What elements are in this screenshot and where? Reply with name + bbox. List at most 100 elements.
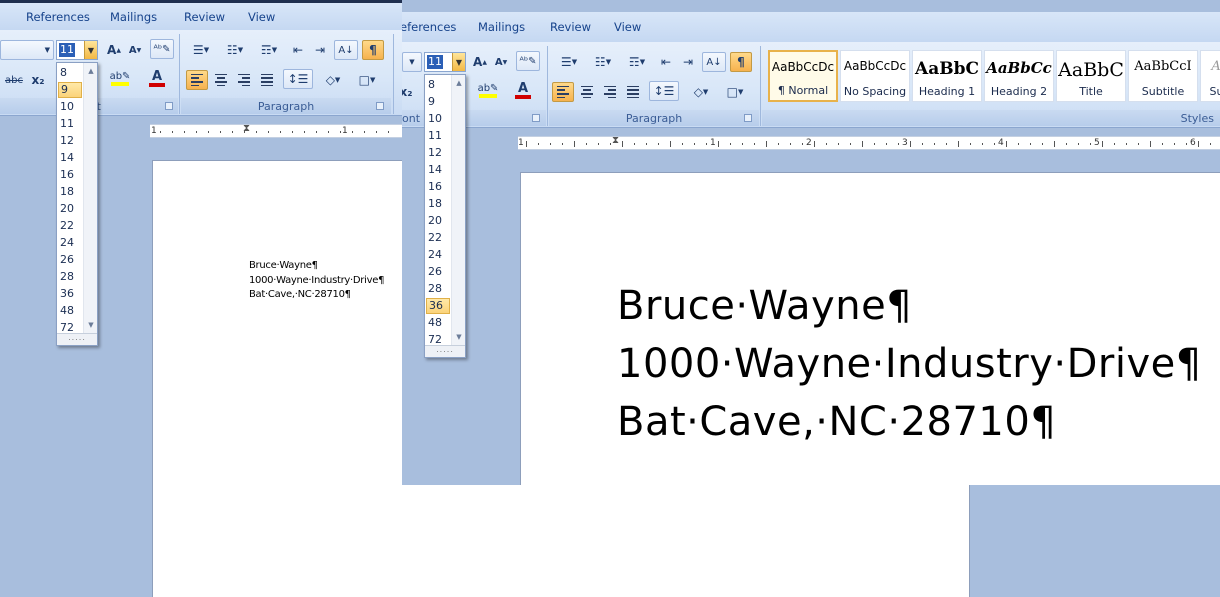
- document-page-large[interactable]: Bruce·Wayne¶ 1000·Wayne·Industry·Drive¶ …: [520, 172, 1220, 485]
- subscript-button[interactable]: x₂: [28, 70, 48, 90]
- font-size-option[interactable]: 24: [426, 247, 450, 263]
- font-size-option[interactable]: 72: [58, 320, 82, 336]
- numbering-icon[interactable]: ☷ ▼: [220, 40, 250, 60]
- borders-icon[interactable]: □ ▼: [720, 82, 750, 102]
- font-size-box[interactable]: 11 ▼: [56, 40, 98, 60]
- subscript-button[interactable]: x₂: [402, 82, 416, 102]
- increase-indent-icon[interactable]: ⇥: [310, 40, 330, 60]
- font-size-option[interactable]: 9: [426, 94, 450, 110]
- font-size-option[interactable]: 18: [426, 196, 450, 212]
- style-tile[interactable]: AaBbCcDc ¶ Normal: [768, 50, 838, 102]
- font-color-icon[interactable]: A: [142, 69, 172, 89]
- shading-icon[interactable]: ◇ ▼: [686, 82, 716, 102]
- bullets-icon[interactable]: ☰ ▼: [186, 40, 216, 60]
- font-size-dropdown-large[interactable]: ▲ ▼ ..... 8 9 10 11 12 14 16 18 20 22 24 26 28 36 48 72: [424, 74, 466, 358]
- font-size-value[interactable]: 11: [427, 55, 443, 69]
- grow-font-icon[interactable]: A ▲: [470, 52, 490, 72]
- chevron-down-icon[interactable]: ▼: [84, 41, 97, 59]
- strikethrough-button[interactable]: abc: [2, 70, 26, 90]
- font-size-option[interactable]: 16: [426, 179, 450, 195]
- font-size-option[interactable]: 26: [426, 264, 450, 280]
- font-size-option[interactable]: 8: [58, 65, 82, 81]
- center-icon[interactable]: [576, 82, 598, 102]
- style-tile[interactable]: Aa Sub: [1200, 50, 1220, 102]
- document-page-lower[interactable]: [152, 485, 970, 597]
- style-tile[interactable]: AaBbCcDc No Spacing: [840, 50, 910, 102]
- font-color-icon[interactable]: A: [508, 81, 538, 101]
- tab-review[interactable]: Review: [184, 3, 225, 30]
- shading-icon[interactable]: ◇ ▼: [318, 70, 348, 90]
- align-right-icon[interactable]: [599, 82, 621, 102]
- tab-references[interactable]: eferences: [402, 12, 456, 42]
- scroll-down-icon[interactable]: ▼: [84, 319, 98, 331]
- decrease-indent-icon[interactable]: ⇤: [656, 52, 676, 72]
- align-left-icon[interactable]: [186, 70, 208, 90]
- dropdown-scrollbar[interactable]: ▲ ▼: [83, 63, 97, 333]
- multilevel-list-icon[interactable]: ☶ ▼: [622, 52, 652, 72]
- numbering-icon[interactable]: ☷ ▼: [588, 52, 618, 72]
- font-size-option[interactable]: 72: [426, 332, 450, 348]
- font-size-option[interactable]: 28: [58, 269, 82, 285]
- shrink-font-icon[interactable]: A ▼: [492, 52, 510, 72]
- font-dialog-launcher-icon[interactable]: [532, 114, 540, 122]
- show-formatting-icon[interactable]: ¶: [730, 52, 752, 72]
- font-size-option[interactable]: 20: [426, 213, 450, 229]
- center-icon[interactable]: [210, 70, 232, 90]
- chevron-down-icon[interactable]: ▼: [452, 53, 465, 71]
- highlight-icon[interactable]: ab✎: [474, 81, 502, 101]
- highlight-icon[interactable]: ab✎: [106, 69, 134, 89]
- scroll-up-icon[interactable]: ▲: [84, 65, 98, 77]
- font-size-option[interactable]: 36: [426, 298, 450, 314]
- style-tile[interactable]: AaBbCcI Subtitle: [1128, 50, 1198, 102]
- font-size-box[interactable]: 11 ▼: [424, 52, 466, 72]
- font-size-option[interactable]: 36: [58, 286, 82, 302]
- font-size-option[interactable]: 12: [426, 145, 450, 161]
- multilevel-list-icon[interactable]: ☶ ▼: [254, 40, 284, 60]
- font-size-option[interactable]: 12: [58, 133, 82, 149]
- line-spacing-icon[interactable]: ↕☰: [649, 81, 679, 101]
- font-size-option[interactable]: 28: [426, 281, 450, 297]
- tab-mailings[interactable]: Mailings: [110, 3, 157, 30]
- tab-view[interactable]: View: [614, 12, 641, 42]
- tab-references[interactable]: References: [26, 3, 90, 30]
- scroll-down-icon[interactable]: ▼: [452, 331, 466, 343]
- clear-formatting-icon[interactable]: ᴬᵇ✎: [150, 39, 174, 59]
- line-spacing-icon[interactable]: ↕☰: [283, 69, 313, 89]
- font-size-option[interactable]: 22: [58, 218, 82, 234]
- paragraph-dialog-launcher-icon[interactable]: [376, 102, 384, 110]
- shrink-font-icon[interactable]: A ▼: [126, 40, 144, 60]
- bullets-icon[interactable]: ☰ ▼: [554, 52, 584, 72]
- scroll-up-icon[interactable]: ▲: [452, 77, 466, 89]
- font-size-option[interactable]: 10: [426, 111, 450, 127]
- style-tile[interactable]: AaBbC Title: [1056, 50, 1126, 102]
- style-tile[interactable]: AaBbCc Heading 2: [984, 50, 1054, 102]
- paragraph-dialog-launcher-icon[interactable]: [744, 114, 752, 122]
- tab-review[interactable]: Review: [550, 12, 591, 42]
- clear-formatting-icon[interactable]: ᴬᵇ✎: [516, 51, 540, 71]
- borders-icon[interactable]: □ ▼: [352, 70, 382, 90]
- font-size-option[interactable]: 20: [58, 201, 82, 217]
- sort-icon[interactable]: A↓: [334, 40, 358, 60]
- font-size-option[interactable]: 8: [426, 77, 450, 93]
- font-size-option[interactable]: 16: [58, 167, 82, 183]
- sort-icon[interactable]: A↓: [702, 52, 726, 72]
- justify-icon[interactable]: [256, 70, 278, 90]
- align-right-icon[interactable]: [233, 70, 255, 90]
- show-formatting-icon[interactable]: ¶: [362, 40, 384, 60]
- font-size-option[interactable]: 48: [58, 303, 82, 319]
- font-size-value[interactable]: 11: [59, 43, 75, 57]
- font-size-option[interactable]: 11: [426, 128, 450, 144]
- font-size-option[interactable]: 48: [426, 315, 450, 331]
- tab-view[interactable]: View: [248, 3, 275, 30]
- grow-font-icon[interactable]: A ▲: [104, 40, 124, 60]
- font-size-option[interactable]: 14: [426, 162, 450, 178]
- font-name-box[interactable]: ▼: [402, 52, 422, 72]
- font-size-option[interactable]: 14: [58, 150, 82, 166]
- tab-mailings[interactable]: Mailings: [478, 12, 525, 42]
- justify-icon[interactable]: [622, 82, 644, 102]
- font-size-option[interactable]: 22: [426, 230, 450, 246]
- dropdown-scrollbar[interactable]: ▲ ▼: [451, 75, 465, 345]
- align-left-icon[interactable]: [552, 82, 574, 102]
- font-dialog-launcher-icon[interactable]: [165, 102, 173, 110]
- font-size-option[interactable]: 24: [58, 235, 82, 251]
